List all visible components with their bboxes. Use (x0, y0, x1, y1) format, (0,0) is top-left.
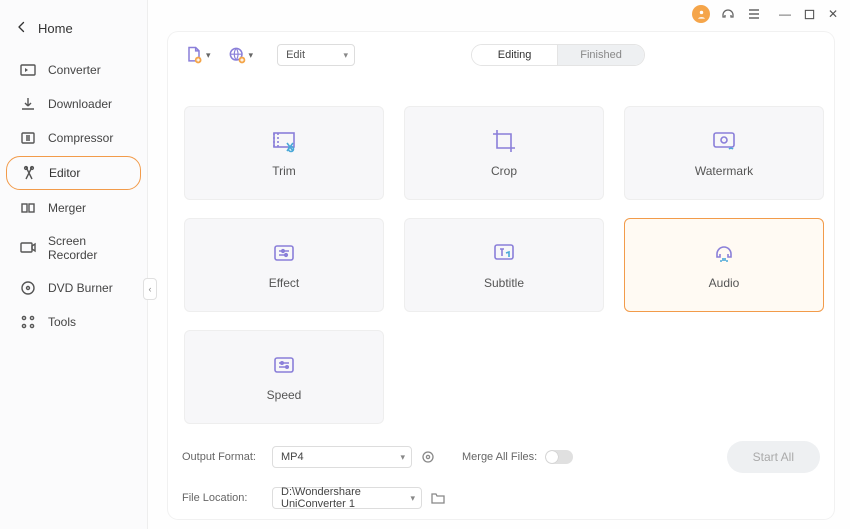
sidebar-item-tools[interactable]: Tools (6, 306, 141, 338)
mode-select-value: Edit (286, 49, 305, 61)
sidebar-item-label: Compressor (48, 131, 113, 145)
chevron-down-icon: ▾ (249, 50, 254, 61)
sidebar-item-compressor[interactable]: Compressor (6, 122, 141, 154)
tile-label: Trim (272, 164, 296, 178)
output-format-label: Output Format: (182, 451, 264, 463)
dvd-burner-icon (20, 280, 36, 296)
file-location-label: File Location: (182, 492, 264, 504)
maximize-button[interactable] (802, 7, 816, 21)
sidebar-item-label: Editor (49, 166, 80, 180)
tile-label: Audio (709, 276, 740, 290)
watermark-icon (711, 128, 737, 154)
account-icon[interactable] (692, 5, 710, 23)
sidebar: Home Converter Downloader Compressor Edi… (0, 0, 148, 529)
subtitle-icon (491, 240, 517, 266)
collapse-sidebar-button[interactable]: ‹ (143, 278, 157, 300)
tile-subtitle[interactable]: Subtitle (404, 218, 604, 312)
screen-recorder-icon (20, 240, 36, 256)
titlebar: — ✕ (148, 0, 850, 28)
compressor-icon (20, 130, 36, 146)
tab-finished[interactable]: Finished (558, 45, 644, 65)
add-url-button[interactable]: ▾ (227, 45, 254, 65)
menu-icon[interactable] (746, 6, 762, 22)
sidebar-item-label: DVD Burner (48, 281, 113, 295)
speed-icon (271, 352, 297, 378)
main: — ✕ ▾ ▾ Edit (148, 0, 850, 529)
tile-speed[interactable]: Speed (184, 330, 384, 424)
tile-label: Watermark (695, 164, 753, 178)
sidebar-item-screen-recorder[interactable]: Screen Recorder (6, 226, 141, 270)
sidebar-item-editor[interactable]: Editor (6, 156, 141, 190)
sidebar-item-merger[interactable]: Merger (6, 192, 141, 224)
open-folder-icon[interactable] (430, 490, 446, 506)
chevron-down-icon: ▾ (206, 50, 211, 61)
tab-editing[interactable]: Editing (472, 45, 558, 65)
output-format-value: MP4 (281, 451, 304, 463)
close-button[interactable]: ✕ (826, 7, 840, 21)
output-format-select[interactable]: MP4 (272, 446, 412, 468)
sidebar-item-label: Converter (48, 63, 101, 77)
back-icon[interactable] (16, 20, 28, 36)
settings-gear-icon[interactable] (420, 449, 436, 465)
sidebar-item-label: Tools (48, 315, 76, 329)
mode-select[interactable]: Edit (277, 44, 355, 66)
editor-icon (21, 165, 37, 181)
trim-icon (271, 128, 297, 154)
start-all-button[interactable]: Start All (727, 441, 820, 473)
crop-icon (491, 128, 517, 154)
toolbar: ▾ ▾ Edit Editing Finished (178, 44, 824, 66)
tile-label: Subtitle (484, 276, 524, 290)
sidebar-item-label: Downloader (48, 97, 112, 111)
headset-icon[interactable] (720, 6, 736, 22)
merge-all-label: Merge All Files: (462, 451, 537, 463)
merger-icon (20, 200, 36, 216)
minimize-button[interactable]: — (778, 7, 792, 21)
tile-label: Speed (267, 388, 302, 402)
footer: Output Format: MP4 Merge All Files: Star… (178, 435, 824, 509)
editor-panel: ▾ ▾ Edit Editing Finished Trim (168, 32, 834, 519)
sidebar-item-label: Screen Recorder (48, 234, 127, 262)
segmented-control: Editing Finished (471, 44, 645, 66)
tile-trim[interactable]: Trim (184, 106, 384, 200)
tile-crop[interactable]: Crop (404, 106, 604, 200)
file-location-select[interactable]: D:\Wondershare UniConverter 1 (272, 487, 422, 509)
audio-icon (711, 240, 737, 266)
add-file-button[interactable]: ▾ (184, 45, 211, 65)
tile-watermark[interactable]: Watermark (624, 106, 824, 200)
sidebar-item-dvd-burner[interactable]: DVD Burner (6, 272, 141, 304)
tool-grid: Trim Crop Watermark Effect Subtitle (178, 66, 824, 424)
home-label: Home (38, 21, 73, 36)
tools-icon (20, 314, 36, 330)
converter-icon (20, 62, 36, 78)
tile-label: Crop (491, 164, 517, 178)
tile-audio[interactable]: Audio (624, 218, 824, 312)
tile-effect[interactable]: Effect (184, 218, 384, 312)
effect-icon (271, 240, 297, 266)
downloader-icon (20, 96, 36, 112)
merge-all-toggle[interactable] (545, 450, 573, 464)
sidebar-item-downloader[interactable]: Downloader (6, 88, 141, 120)
sidebar-item-label: Merger (48, 201, 86, 215)
file-location-value: D:\Wondershare UniConverter 1 (281, 486, 403, 510)
tile-label: Effect (269, 276, 299, 290)
sidebar-item-converter[interactable]: Converter (6, 54, 141, 86)
